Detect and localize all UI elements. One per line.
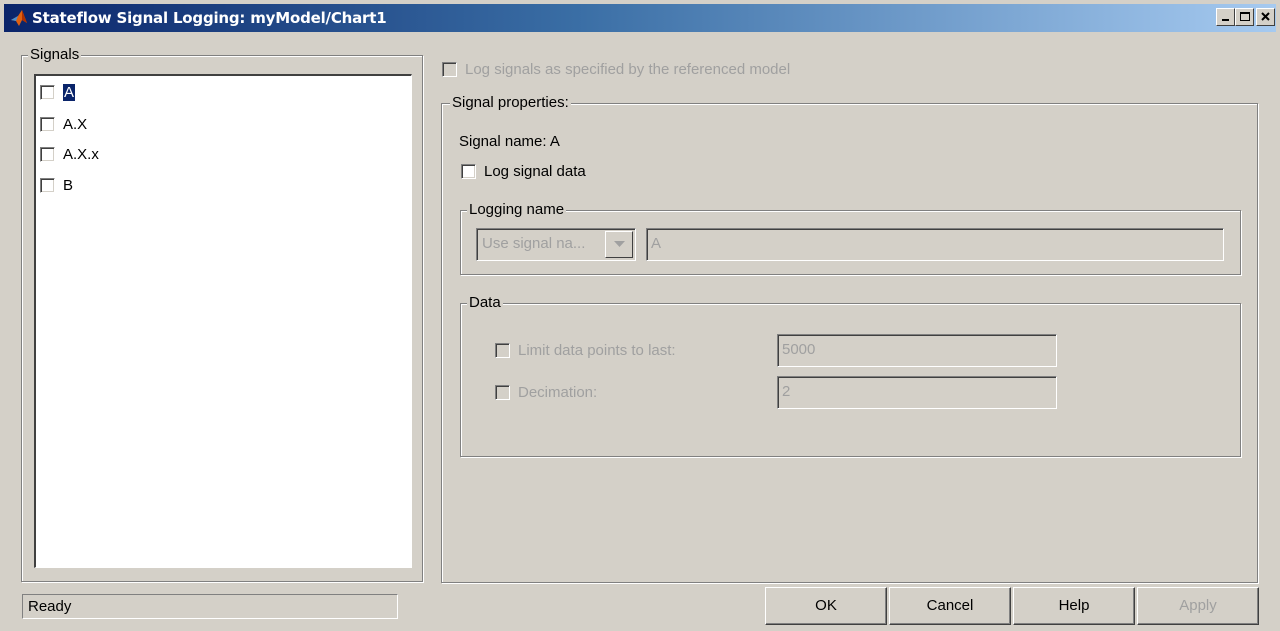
signal-label[interactable]: B xyxy=(63,177,73,194)
limit-data-points-checkbox[interactable] xyxy=(495,342,510,358)
minimize-icon xyxy=(1222,19,1229,21)
close-button[interactable] xyxy=(1256,8,1275,26)
minimize-button[interactable] xyxy=(1216,8,1235,26)
maximize-button[interactable] xyxy=(1235,8,1254,26)
signal-properties-group-label: Signal properties: xyxy=(450,94,571,112)
signal-label[interactable]: A xyxy=(63,84,76,101)
signal-checkbox[interactable] xyxy=(40,177,55,193)
log-referenced-option[interactable]: Log signals as specified by the referenc… xyxy=(442,60,790,80)
limit-data-points-option[interactable]: Limit data points to last: xyxy=(495,341,676,361)
maximize-icon xyxy=(1240,12,1250,21)
apply-button[interactable]: Apply xyxy=(1137,587,1259,625)
data-group-label: Data xyxy=(467,294,503,312)
signals-list[interactable]: A A.X A.X.x B xyxy=(34,74,412,568)
logging-name-combo-value: Use signal na... xyxy=(482,235,586,252)
signal-checkbox[interactable] xyxy=(40,84,55,100)
list-item[interactable]: A.X xyxy=(40,114,87,136)
decimation-option[interactable]: Decimation: xyxy=(495,383,597,403)
window-title: Stateflow Signal Logging: myModel/Chart1 xyxy=(32,9,387,27)
list-item[interactable]: B xyxy=(40,175,73,197)
signal-checkbox[interactable] xyxy=(40,116,55,132)
dialog-window: Stateflow Signal Logging: myModel/Chart1… xyxy=(0,0,1280,631)
signal-label[interactable]: A.X.x xyxy=(63,146,99,163)
log-referenced-label: Log signals as specified by the referenc… xyxy=(465,61,791,78)
limit-data-points-field[interactable]: 5000 xyxy=(777,334,1057,367)
logging-name-group-label: Logging name xyxy=(467,201,567,219)
logging-name-field[interactable]: A xyxy=(646,228,1224,261)
combo-dropdown-button[interactable] xyxy=(605,231,633,258)
signal-checkbox[interactable] xyxy=(40,146,55,162)
chevron-down-icon xyxy=(614,241,625,247)
matlab-logo-icon xyxy=(10,9,28,27)
title-bar[interactable]: Stateflow Signal Logging: myModel/Chart1 xyxy=(4,4,1276,32)
close-icon xyxy=(1261,12,1270,21)
log-signal-data-option[interactable]: Log signal data xyxy=(461,162,586,182)
decimation-field[interactable]: 2 xyxy=(777,376,1057,409)
status-bar: Ready xyxy=(22,594,398,619)
signals-group-label: Signals xyxy=(28,46,82,64)
log-signal-data-checkbox[interactable] xyxy=(461,163,476,179)
list-item[interactable]: A xyxy=(40,82,76,104)
decimation-checkbox[interactable] xyxy=(495,384,510,400)
decimation-label: Decimation: xyxy=(518,384,598,401)
list-item[interactable]: A.X.x xyxy=(40,144,99,166)
signal-label[interactable]: A.X xyxy=(63,116,87,133)
log-referenced-checkbox[interactable] xyxy=(442,61,457,77)
log-signal-data-label: Log signal data xyxy=(484,163,586,180)
help-button[interactable]: Help xyxy=(1013,587,1135,625)
limit-data-points-label: Limit data points to last: xyxy=(518,342,676,359)
cancel-button[interactable]: Cancel xyxy=(889,587,1011,625)
signal-name-text: Signal name: A xyxy=(459,133,560,150)
ok-button[interactable]: OK xyxy=(765,587,887,625)
logging-name-combo[interactable]: Use signal na... xyxy=(476,228,636,261)
